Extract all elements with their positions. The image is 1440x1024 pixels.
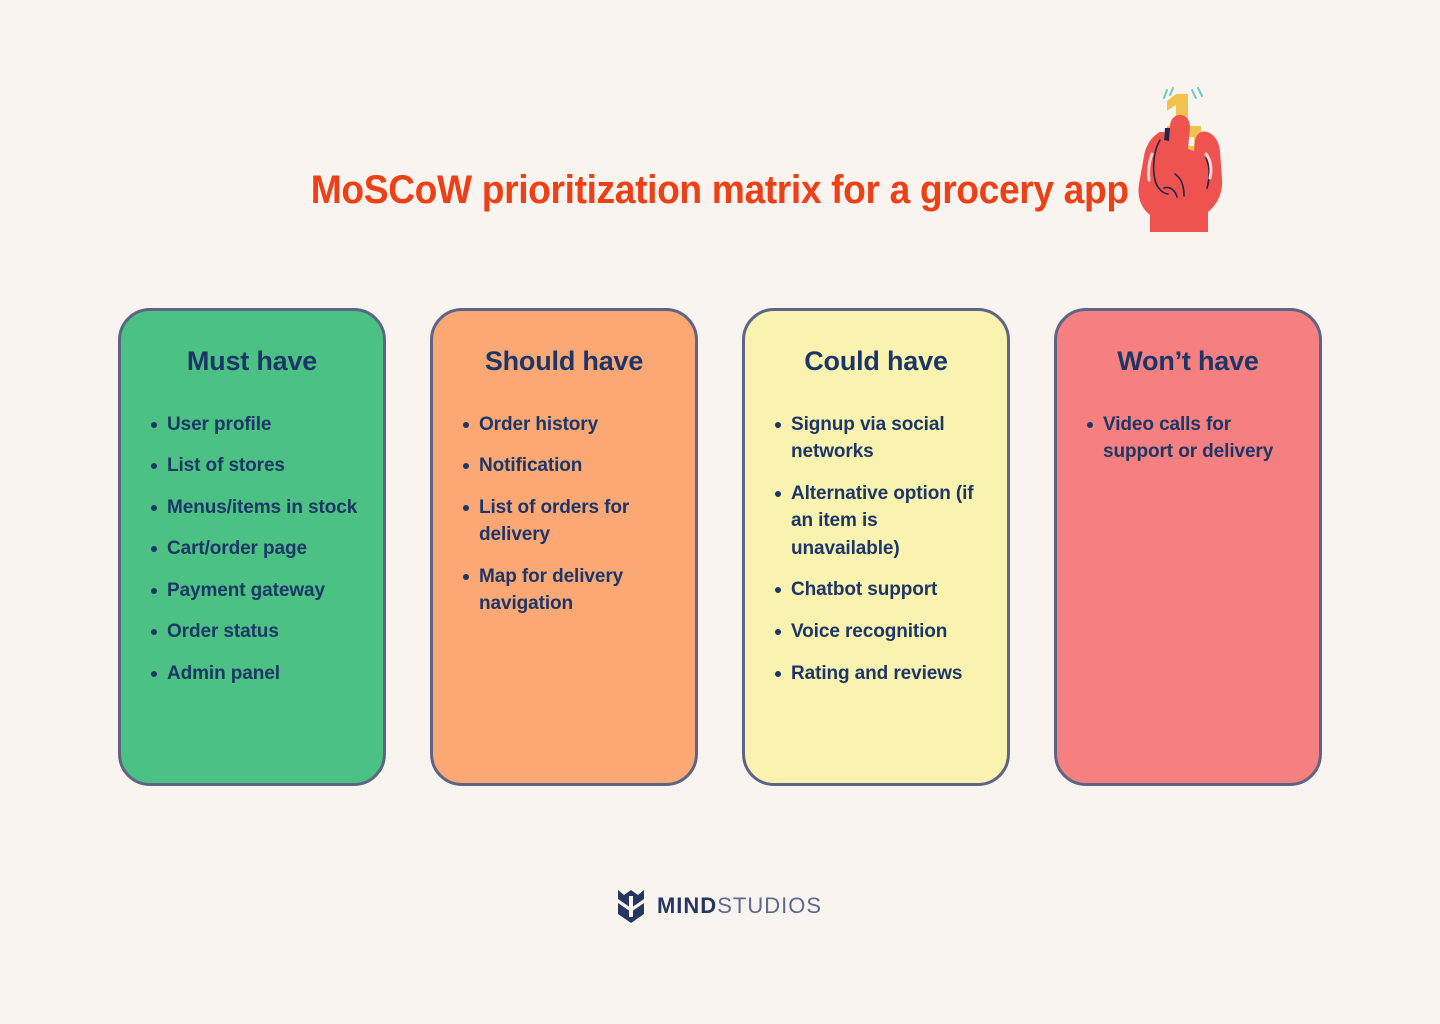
- column-title-should-have: Should have: [484, 346, 644, 376]
- footer-branding: MINDSTUDIOS: [0, 884, 1440, 928]
- brand-wordmark: MINDSTUDIOS: [657, 895, 822, 917]
- list-item: Video calls for support or delivery: [1087, 411, 1297, 466]
- column-card-wont-have: Won’t have Video calls for support or de…: [1054, 308, 1322, 786]
- list-item: Menus/items in stock: [151, 494, 361, 522]
- brand-name-primary: MIND: [656, 893, 718, 918]
- list-item: Admin panel: [151, 660, 361, 688]
- list-item: Order history: [463, 411, 673, 439]
- column-card-must-have: Must have User profile List of stores Me…: [118, 308, 386, 786]
- column-title-wont-have: Won’t have: [1117, 346, 1259, 376]
- page-title: MoSCoW prioritization matrix for a groce…: [311, 168, 1129, 212]
- brand-name-secondary: STUDIOS: [717, 893, 822, 918]
- list-item: User profile: [151, 411, 361, 439]
- list-item: Voice recognition: [775, 618, 985, 646]
- moscow-matrix-columns: Must have User profile List of stores Me…: [118, 308, 1326, 786]
- list-item: Payment gateway: [151, 577, 361, 605]
- column-title-could-have: Could have: [804, 346, 948, 376]
- list-item: Alternative option (if an item is unavai…: [775, 480, 985, 563]
- list-item: Order status: [151, 618, 361, 646]
- hand-illustration-svg: [1138, 87, 1223, 236]
- column-list-could-have: Signup via social networks Alternative o…: [767, 411, 985, 701]
- list-item: Signup via social networks: [775, 411, 985, 466]
- column-list-should-have: Order history Notification List of order…: [455, 411, 673, 632]
- mind-studios-shield-icon: [617, 889, 644, 923]
- column-title-must-have: Must have: [186, 346, 318, 376]
- list-item: Notification: [463, 452, 673, 480]
- list-item: Chatbot support: [775, 576, 985, 604]
- list-item: Rating and reviews: [775, 660, 985, 688]
- column-card-could-have: Could have Signup via social networks Al…: [742, 308, 1010, 786]
- column-list-must-have: User profile List of stores Menus/items …: [143, 411, 361, 702]
- list-item: List of orders for delivery: [463, 494, 673, 549]
- column-card-should-have: Should have Order history Notification L…: [430, 308, 698, 786]
- column-list-wont-have: Video calls for support or delivery: [1079, 411, 1297, 480]
- list-item: Map for delivery navigation: [463, 563, 673, 618]
- list-item: List of stores: [151, 452, 361, 480]
- list-item: Cart/order page: [151, 535, 361, 563]
- hand-holding-number-one-illustration: [1118, 68, 1254, 236]
